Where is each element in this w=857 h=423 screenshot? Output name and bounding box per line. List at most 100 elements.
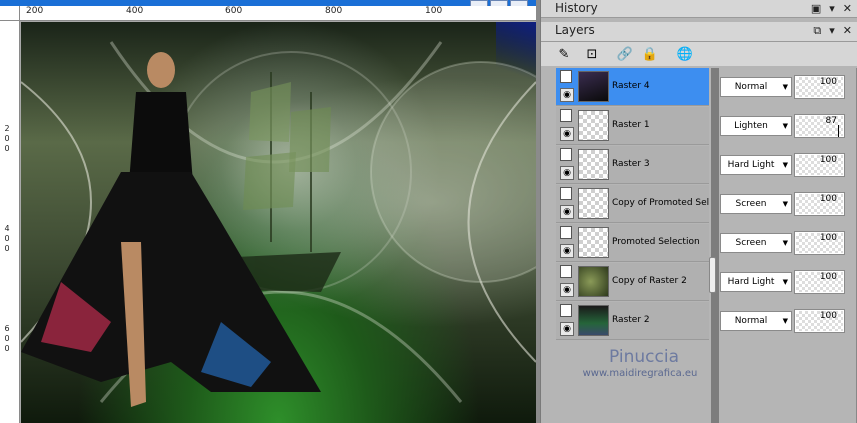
layer-row[interactable]: ◉ Copy of Raster 2 Hard Light ▼ 100: [556, 263, 857, 302]
artwork: [21, 41, 536, 407]
float-icon[interactable]: ⧉: [813, 24, 821, 38]
chevron-down-icon[interactable]: ▼: [783, 78, 788, 96]
opacity-slider[interactable]: 100: [794, 309, 845, 333]
layer-name-cell[interactable]: ◉ Copy of Raster 2: [556, 263, 709, 301]
ruler-label: 0: [4, 144, 10, 153]
opacity-value: 87: [825, 116, 837, 126]
eye-icon[interactable]: ◉: [560, 127, 574, 141]
blend-mode-value: Lighten: [734, 121, 768, 131]
opacity-value: 100: [819, 194, 837, 204]
layer-name-cell[interactable]: ◉ Raster 4: [556, 68, 709, 106]
layer-thumbnail: [578, 110, 609, 141]
opacity-slider[interactable]: 100: [794, 75, 845, 99]
chevron-down-icon[interactable]: ▾: [829, 24, 835, 38]
layer-type-icon: [560, 70, 572, 83]
layer-name-cell[interactable]: ◉ Copy of Promoted Sele: [556, 185, 709, 223]
chevron-down-icon[interactable]: ▼: [783, 156, 788, 174]
layer-thumbnail: [578, 305, 609, 336]
chevron-down-icon[interactable]: ▼: [783, 273, 788, 291]
opacity-marker[interactable]: [838, 125, 839, 137]
horizontal-ruler: 200 400 600 800 100: [20, 6, 536, 21]
watermark-name: Pinuccia: [609, 347, 679, 367]
float-icon[interactable]: ▣: [811, 2, 821, 15]
eye-icon[interactable]: ◉: [560, 166, 574, 180]
opacity-value: 100: [819, 233, 837, 243]
canvas-accent: [496, 22, 536, 82]
layer-type-icon: [560, 109, 572, 122]
history-controls: ▣ ▾ ✕: [811, 2, 852, 15]
layer-thumbnail: [578, 227, 609, 258]
image-canvas[interactable]: [21, 22, 536, 423]
close-icon[interactable]: ✕: [843, 2, 852, 15]
chevron-down-icon[interactable]: ▾: [829, 2, 835, 15]
ruler-label: 0: [4, 334, 10, 343]
eye-icon[interactable]: ◉: [560, 205, 574, 219]
layer-name-cell[interactable]: ◉ Raster 1: [556, 107, 709, 145]
blend-mode-select[interactable]: Normal ▼: [720, 311, 792, 331]
layer-row[interactable]: ◉ Raster 1 Lighten ▼ 87: [556, 107, 857, 146]
layer-name-cell[interactable]: ◉ Raster 2: [556, 302, 709, 340]
blend-mode-value: Screen: [735, 199, 767, 209]
opacity-slider[interactable]: 100: [794, 153, 845, 177]
close-icon[interactable]: ✕: [843, 24, 852, 38]
chevron-down-icon[interactable]: ▼: [783, 234, 788, 252]
layer-row[interactable]: ◉ Promoted Selection Screen ▼ 100: [556, 224, 857, 263]
lock-icon[interactable]: 🔒: [641, 45, 659, 63]
ruler-label: 0: [4, 234, 10, 243]
opacity-value: 100: [819, 77, 837, 87]
opacity-slider[interactable]: 100: [794, 270, 845, 294]
chevron-down-icon[interactable]: ▼: [783, 312, 788, 330]
opacity-slider[interactable]: 100: [794, 192, 845, 216]
ruler-label: 0: [4, 244, 10, 253]
layer-thumbnail: [578, 71, 609, 102]
layer-name: Raster 2: [612, 315, 650, 325]
layer-row[interactable]: ◉ Copy of Promoted Sele Screen ▼ 100: [556, 185, 857, 224]
layer-row[interactable]: ◉ Raster 3 Hard Light ▼ 100: [556, 146, 857, 185]
blend-mode-select[interactable]: Hard Light ▼: [720, 272, 792, 292]
layer-row[interactable]: ◉ Raster 4 Normal ▼ 100: [556, 68, 857, 107]
blend-mode-select[interactable]: Screen ▼: [720, 194, 792, 214]
ruler-label: 6: [4, 324, 10, 333]
ruler-label: 4: [4, 224, 10, 233]
layer-type-icon: [560, 226, 572, 239]
layer-name: Raster 4: [612, 81, 650, 91]
layer-name-cell[interactable]: ◉ Promoted Selection: [556, 224, 709, 262]
layer-type-icon: [560, 148, 572, 161]
layer-name: Raster 3: [612, 159, 650, 169]
opacity-value: 100: [819, 311, 837, 321]
opacity-value: 100: [819, 272, 837, 282]
blend-mode-select[interactable]: Normal ▼: [720, 77, 792, 97]
layer-name: Promoted Selection: [612, 237, 700, 247]
history-title: History: [555, 1, 598, 15]
blend-mode-value: Normal: [734, 82, 768, 92]
layer-name: Copy of Promoted Sele: [612, 198, 709, 208]
layer-name-cell[interactable]: ◉ Raster 3: [556, 146, 709, 184]
blend-mode-select[interactable]: Hard Light ▼: [720, 155, 792, 175]
blend-mode-select[interactable]: Screen ▼: [720, 233, 792, 253]
layer-thumbnail: [578, 266, 609, 297]
blend-mode-value: Normal: [734, 316, 768, 326]
opacity-slider[interactable]: 87: [794, 114, 845, 138]
eye-icon[interactable]: ◉: [560, 283, 574, 297]
eye-icon[interactable]: ◉: [560, 88, 574, 102]
mask-icon[interactable]: ⊡: [583, 45, 601, 63]
chevron-down-icon[interactable]: ▼: [783, 117, 788, 135]
ruler-label: 400: [126, 6, 144, 16]
edit-icon[interactable]: ✎: [555, 45, 573, 63]
chevron-down-icon[interactable]: ▼: [783, 195, 788, 213]
panel-resize-handle[interactable]: [709, 257, 716, 293]
ruler-label: 2: [4, 124, 10, 133]
vertical-ruler: 2 0 0 4 0 0 6 0 0: [0, 21, 20, 423]
layer-row[interactable]: ◉ Raster 2 Normal ▼ 100: [556, 302, 857, 341]
globe-icon[interactable]: 🌐: [676, 45, 694, 63]
app-root: 200 400 600 800 100 2 0 0 4 0 0 6 0 0 Hi…: [0, 0, 857, 423]
watermark-url: www.maidiregrafica.eu: [582, 368, 698, 379]
blend-mode-value: Hard Light: [727, 277, 775, 287]
link-icon[interactable]: 🔗: [616, 45, 634, 63]
ruler-corner: [0, 6, 20, 21]
eye-icon[interactable]: ◉: [560, 322, 574, 336]
layers-panel-header: Layers ⧉ ▾ ✕: [541, 22, 857, 42]
blend-mode-select[interactable]: Lighten ▼: [720, 116, 792, 136]
eye-icon[interactable]: ◉: [560, 244, 574, 258]
opacity-slider[interactable]: 100: [794, 231, 845, 255]
